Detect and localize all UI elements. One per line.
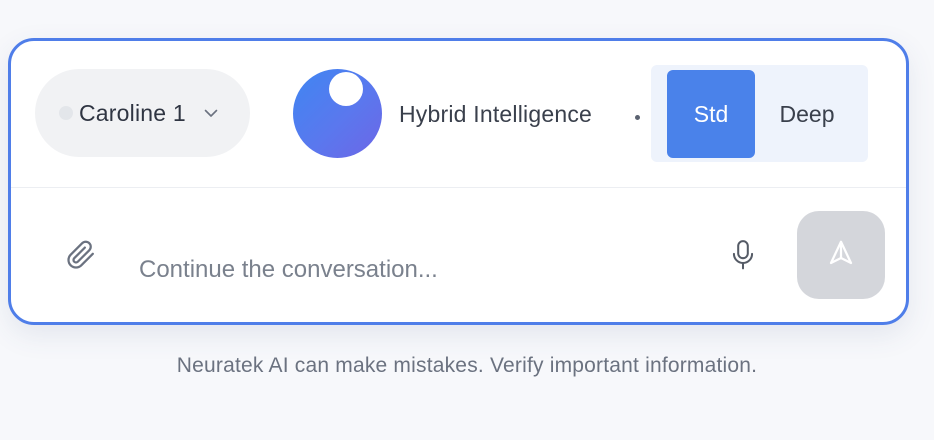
microphone-icon (730, 239, 756, 276)
mode-std-button[interactable]: Std (667, 70, 755, 158)
message-input[interactable] (139, 249, 699, 291)
send-icon (826, 238, 856, 273)
model-selector-label: Caroline 1 (79, 99, 186, 126)
paperclip-icon (66, 240, 96, 275)
assistant-avatar (293, 69, 382, 158)
model-status-dot (59, 106, 73, 120)
chat-composer: Caroline 1 Hybrid Intelligence Std Deep (8, 38, 909, 325)
send-button[interactable] (797, 211, 885, 299)
chevron-down-icon (204, 108, 218, 118)
ai-disclaimer: Neuratek AI can make mistakes. Verify im… (176, 354, 758, 377)
mode-deep-button[interactable]: Deep (763, 70, 851, 158)
separator-dot (635, 115, 640, 120)
input-row (11, 189, 906, 322)
model-selector[interactable]: Caroline 1 (35, 69, 250, 157)
mic-button[interactable] (726, 239, 760, 275)
avatar-highlight (329, 72, 363, 106)
engine-label: Hybrid Intelligence (399, 101, 593, 127)
mode-toggle: Std Deep (651, 65, 868, 162)
attach-button[interactable] (63, 239, 99, 275)
composer-toolbar: Caroline 1 Hybrid Intelligence Std Deep (11, 41, 906, 188)
